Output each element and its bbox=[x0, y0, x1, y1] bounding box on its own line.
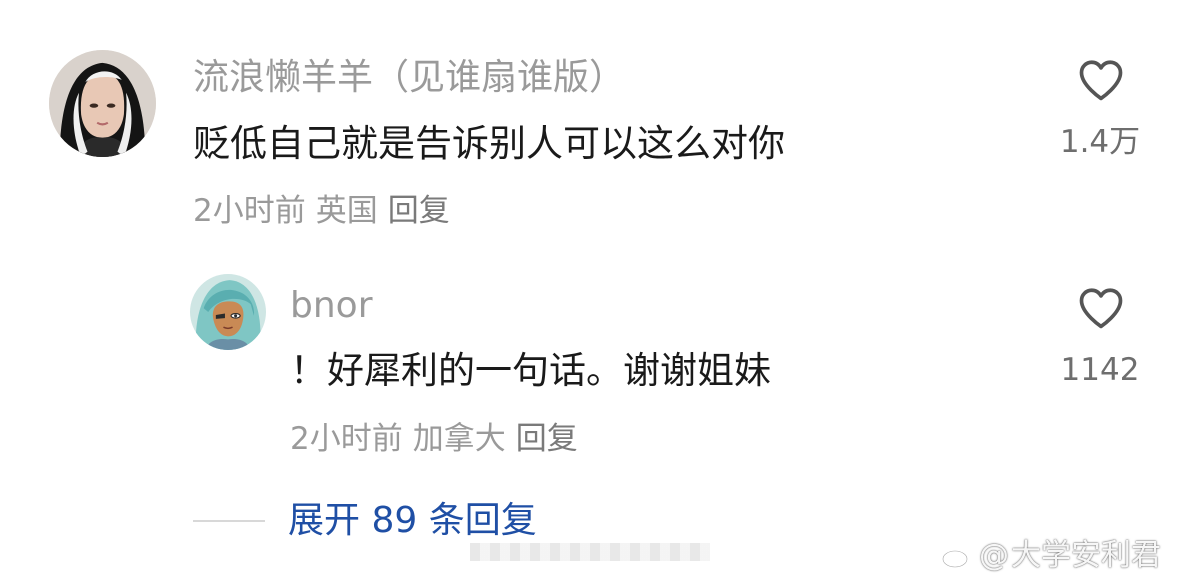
avatar[interactable] bbox=[49, 50, 156, 157]
comment-meta: 2小时前 英国 回复 bbox=[193, 196, 460, 227]
like-count: 1142 bbox=[1060, 352, 1140, 388]
reply-button[interactable]: 回复 bbox=[388, 193, 450, 229]
comment-text: 贬低自己就是告诉别人可以这么对你 bbox=[193, 122, 785, 165]
avatar-image bbox=[190, 274, 266, 350]
comment-username[interactable]: 流浪懒羊羊（见谁扇谁版） bbox=[193, 60, 625, 96]
comment-time: 2小时前 bbox=[193, 193, 306, 229]
heart-outline-icon[interactable] bbox=[1075, 282, 1127, 334]
watermark-account: 大学安利君 bbox=[1011, 538, 1161, 573]
reply-button[interactable]: 回复 bbox=[516, 421, 578, 457]
avatar-image bbox=[49, 50, 156, 157]
comment-location: 英国 bbox=[315, 193, 378, 229]
comment-text: ！好犀利的一句话。谢谢姐妹 bbox=[290, 349, 771, 392]
divider bbox=[193, 520, 265, 522]
comment-username[interactable]: bnor bbox=[290, 288, 373, 324]
heart-outline-icon[interactable] bbox=[1075, 54, 1127, 106]
watermark-at: @ bbox=[979, 538, 1009, 573]
comment-time: 2小时前 bbox=[290, 421, 403, 457]
weibo-logo-icon bbox=[941, 545, 974, 569]
like-count: 1.4万 bbox=[1059, 124, 1141, 160]
watermark: @ 大学安利君 bbox=[941, 541, 1161, 571]
blurred-overlay bbox=[470, 543, 710, 561]
comment-meta: 2小时前 加拿大 回复 bbox=[290, 424, 588, 455]
comment-location: 加拿大 bbox=[412, 421, 506, 457]
avatar[interactable] bbox=[190, 274, 266, 350]
expand-replies-button[interactable]: 展开 89 条回复 bbox=[288, 503, 537, 539]
